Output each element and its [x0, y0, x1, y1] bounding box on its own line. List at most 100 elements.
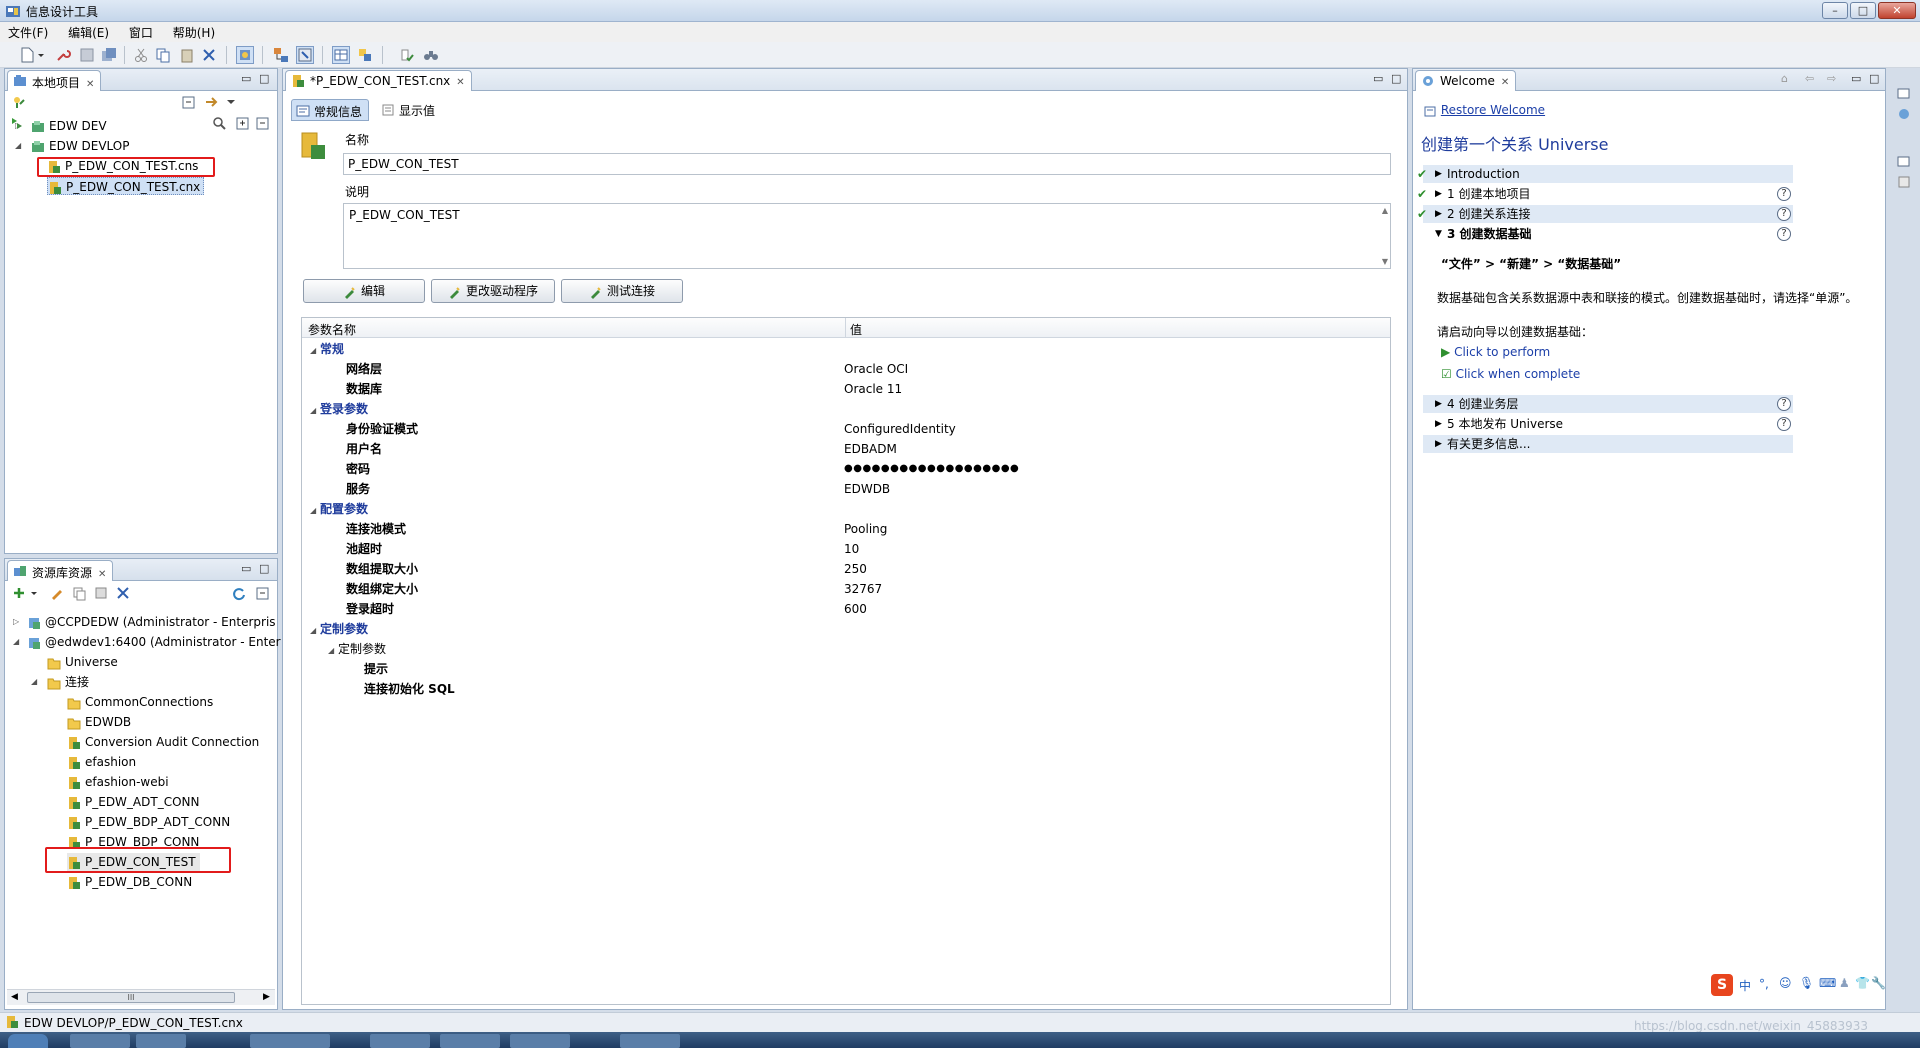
- param-value[interactable]: Pooling: [844, 520, 887, 538]
- step-introduction[interactable]: ✔ ▶ Introduction: [1417, 165, 1793, 183]
- dropdown-arrow-icon[interactable]: [36, 46, 46, 64]
- save-all-icon[interactable]: [100, 46, 118, 64]
- param-value[interactable]: 250: [844, 560, 867, 578]
- collapse-arrow-icon[interactable]: ◢: [310, 626, 316, 635]
- test-connection-button[interactable]: 测试连接: [561, 279, 683, 303]
- help-icon[interactable]: ?: [1777, 397, 1791, 411]
- emoji-icon[interactable]: ☺: [1779, 976, 1792, 990]
- repo-conn-efashion[interactable]: efashion: [67, 753, 136, 771]
- close-tab-icon[interactable]: ✕: [456, 77, 464, 88]
- maximize-button[interactable]: □: [1850, 2, 1876, 19]
- horizontal-scrollbar[interactable]: ◀ III ▶: [7, 989, 275, 1005]
- repo-conn-conversion-audit[interactable]: Conversion Audit Connection: [67, 733, 259, 751]
- tree-item-cnx-file[interactable]: P_EDW_CON_TEST.cnx: [47, 177, 205, 195]
- search-icon[interactable]: [211, 115, 227, 131]
- name-field[interactable]: [343, 153, 1391, 175]
- forward-icon[interactable]: ⇨: [1827, 72, 1836, 85]
- collapse-arrow-icon[interactable]: ◢: [310, 406, 316, 415]
- subtab-display-values[interactable]: 显示值: [377, 99, 441, 121]
- outline-view-icon[interactable]: [1896, 174, 1912, 190]
- close-tab-icon[interactable]: ✕: [1501, 77, 1509, 88]
- dropdown-arrow-icon[interactable]: [29, 585, 39, 601]
- help-icon[interactable]: ?: [1777, 417, 1791, 431]
- menu-window[interactable]: 窗口: [121, 22, 161, 43]
- copy-icon[interactable]: [71, 585, 87, 601]
- expand-icon[interactable]: [235, 115, 251, 131]
- expand-arrow-icon[interactable]: ▷: [13, 613, 19, 631]
- scrollbar-thumb[interactable]: III: [27, 992, 235, 1003]
- expand-arrow-icon[interactable]: ▶: [1435, 185, 1442, 203]
- expand-arrow-icon[interactable]: ▶: [1435, 165, 1442, 183]
- taskbar-app[interactable]: [250, 1034, 330, 1048]
- panel-minimize-icon[interactable]: ▭: [241, 562, 251, 575]
- properties-icon[interactable]: [93, 585, 109, 601]
- param-value[interactable]: 600: [844, 600, 867, 618]
- click-when-complete-link[interactable]: ☑ Click when complete: [1441, 367, 1580, 381]
- param-value[interactable]: 32767: [844, 580, 882, 598]
- category-row[interactable]: ◢ 定制参数: [310, 620, 368, 638]
- tab-editor-cnx[interactable]: *P_EDW_CON_TEST.cnx ✕: [285, 70, 472, 91]
- copy-icon[interactable]: [154, 46, 172, 64]
- repo-folder-universe[interactable]: Universe: [31, 653, 118, 671]
- new-file-icon[interactable]: [18, 46, 36, 64]
- step-more-info[interactable]: ▶ 有关更多信息...: [1423, 435, 1793, 453]
- expand-arrow-icon[interactable]: ▶: [1435, 435, 1442, 453]
- step-business-layer[interactable]: ▶ 4 创建业务层 ?: [1423, 395, 1793, 413]
- menu-edit[interactable]: 编辑(E): [60, 22, 117, 43]
- scroll-down-icon[interactable]: ▼: [1382, 257, 1388, 266]
- close-button[interactable]: ✕: [1878, 2, 1916, 19]
- microphone-icon[interactable]: 🎙: [1799, 976, 1814, 990]
- subcategory-row[interactable]: ◢ 定制参数: [328, 640, 386, 658]
- collapse-arrow-icon[interactable]: ◢: [15, 137, 21, 155]
- collapse-arrow-icon[interactable]: ◢: [13, 633, 19, 651]
- category-row[interactable]: ◢ 登录参数: [310, 400, 368, 418]
- expand-arrow-icon[interactable]: ▷: [15, 117, 21, 135]
- collapse-arrow-icon[interactable]: ◢: [31, 673, 37, 691]
- panel-maximize-icon[interactable]: □: [259, 562, 269, 575]
- close-tab-icon[interactable]: ✕: [98, 569, 106, 580]
- collapse-all-icon[interactable]: [181, 94, 197, 110]
- param-value[interactable]: EDWDB: [844, 480, 890, 498]
- panel-maximize-icon[interactable]: □: [259, 72, 269, 85]
- param-value[interactable]: ConfiguredIdentity: [844, 420, 956, 438]
- close-tab-icon[interactable]: ✕: [86, 79, 94, 90]
- panel-maximize-icon[interactable]: □: [1391, 72, 1401, 85]
- panel-minimize-icon[interactable]: ▭: [241, 72, 251, 85]
- expand-arrow-icon[interactable]: ▶: [1435, 205, 1442, 223]
- click-to-perform-link[interactable]: ▶ Click to perform: [1441, 345, 1550, 359]
- view-menu-icon[interactable]: [225, 94, 237, 110]
- step-create-project[interactable]: ✔ ▶ 1 创建本地项目 ?: [1417, 185, 1793, 203]
- collapse-icon[interactable]: [255, 585, 271, 601]
- welcome-view-icon[interactable]: [1896, 106, 1912, 122]
- repo-folder-connections[interactable]: ◢ 连接: [31, 673, 89, 691]
- collapse-arrow-icon[interactable]: ◢: [328, 646, 334, 655]
- description-field[interactable]: P_EDW_CON_TEST ▲ ▼: [343, 203, 1391, 269]
- menu-file[interactable]: 文件(F): [0, 22, 56, 43]
- repo-folder-edwdb[interactable]: EDWDB: [67, 713, 131, 731]
- menu-help[interactable]: 帮助(H): [165, 22, 223, 43]
- start-button[interactable]: [8, 1034, 48, 1048]
- home-icon[interactable]: ⌂: [1781, 72, 1788, 85]
- repo-server-edwdev1[interactable]: ◢ @edwdev1:6400 (Administrator - Enter: [13, 633, 281, 651]
- wrench-icon[interactable]: [54, 46, 72, 64]
- user-icon[interactable]: ♟: [1839, 976, 1850, 990]
- keyboard-icon[interactable]: ⌨: [1819, 976, 1836, 990]
- restore-view-icon[interactable]: [1896, 154, 1912, 170]
- param-name[interactable]: 提示: [364, 660, 388, 678]
- help-icon[interactable]: ?: [1777, 207, 1791, 221]
- collapse-icon[interactable]: [255, 115, 271, 131]
- taskbar-app[interactable]: [70, 1034, 130, 1048]
- scroll-up-icon[interactable]: ▲: [1382, 206, 1388, 215]
- minimize-button[interactable]: –: [1822, 2, 1848, 19]
- delete-icon[interactable]: [200, 46, 218, 64]
- link-editor-icon[interactable]: [203, 94, 219, 110]
- repo-folder-commonconnections[interactable]: CommonConnections: [67, 693, 213, 711]
- scroll-right-icon[interactable]: ▶: [263, 992, 270, 1002]
- data-foundation-icon[interactable]: [272, 46, 290, 64]
- connection-icon[interactable]: [236, 46, 254, 64]
- repo-conn-efashion-webi[interactable]: efashion-webi: [67, 773, 169, 791]
- expand-arrow-icon[interactable]: ▶: [1435, 415, 1442, 433]
- binoculars-icon[interactable]: [422, 46, 440, 64]
- security-icon[interactable]: [356, 46, 374, 64]
- param-value[interactable]: Oracle OCI: [844, 360, 908, 378]
